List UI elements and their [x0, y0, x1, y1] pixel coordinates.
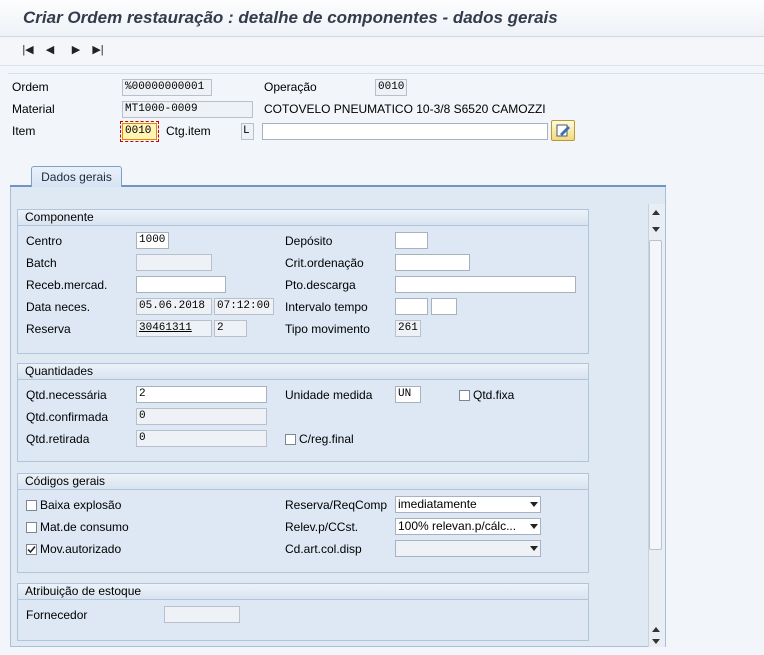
mov-autorizado-label: Mov.autorizado — [40, 542, 122, 556]
ordem-label: Ordem — [12, 80, 49, 94]
reserva-field[interactable]: 30461311 — [136, 320, 212, 337]
qtd-necessaria-field[interactable]: 2 — [136, 386, 267, 403]
ctg-item-field[interactable]: L — [241, 123, 254, 140]
intervalo-tempo-label: Intervalo tempo — [285, 300, 368, 314]
material-label: Material — [12, 102, 55, 116]
batch-field[interactable] — [136, 254, 212, 271]
ctg-item-label: Ctg.item — [166, 124, 211, 138]
deposito-field[interactable] — [395, 232, 428, 249]
baixa-explosao-checkbox[interactable] — [26, 500, 37, 511]
receb-mercad-field[interactable] — [136, 276, 226, 293]
window-title: Criar Ordem restauração : detalhe de com… — [23, 8, 558, 27]
scroll-down-page-icon[interactable] — [652, 227, 660, 232]
qtd-necessaria-label: Qtd.necessária — [26, 388, 107, 402]
item-text-field[interactable] — [262, 123, 548, 140]
qtd-confirmada-field[interactable]: 0 — [136, 408, 267, 425]
pto-descarga-field[interactable] — [395, 276, 576, 293]
fornecedor-field[interactable] — [164, 606, 240, 623]
mat-consumo-checkbox[interactable] — [26, 522, 37, 533]
tipo-movimento-field[interactable]: 261 — [395, 320, 421, 337]
header-divider — [8, 73, 764, 74]
batch-label: Batch — [26, 256, 57, 270]
centro-field[interactable]: 1000 — [136, 232, 169, 249]
qtd-fixa-label: Qtd.fixa — [473, 388, 515, 402]
qtd-retirada-field[interactable]: 0 — [136, 430, 267, 447]
reserva-reqcomp-dropdown[interactable]: imediatamente — [395, 496, 541, 513]
material-description: COTOVELO PNEUMATICO 10-3/8 S6520 CAMOZZI — [264, 102, 546, 116]
ordem-field[interactable]: %00000000001 — [122, 79, 212, 96]
crit-ordenacao-label: Crit.ordenação — [285, 256, 364, 270]
qtd-retirada-label: Qtd.retirada — [26, 432, 90, 446]
group-title: Quantidades — [18, 364, 588, 380]
pto-descarga-label: Pto.descarga — [285, 278, 356, 292]
c-reg-final-checkbox[interactable] — [285, 434, 296, 445]
qtd-confirmada-label: Qtd.confirmada — [26, 410, 109, 424]
scroll-up-page-icon[interactable] — [652, 627, 660, 632]
chevron-down-icon — [530, 546, 538, 551]
toolbar — [0, 37, 764, 66]
scrollbar-thumb[interactable] — [649, 240, 662, 550]
reserva-label: Reserva — [26, 322, 71, 336]
group-title: Componente — [18, 210, 588, 226]
centro-label: Centro — [26, 234, 63, 248]
first-page-icon[interactable]: |◀ — [18, 40, 38, 60]
long-text-button[interactable] — [551, 120, 575, 141]
group-title: Atribuição de estoque — [18, 584, 588, 600]
cd-art-col-disp-dropdown[interactable] — [395, 540, 541, 557]
receb-mercad-label: Receb.mercad. — [26, 278, 108, 292]
intervalo-field-1[interactable] — [395, 298, 428, 315]
checkmark-icon — [27, 546, 36, 554]
dropdown-value: imediatamente — [398, 497, 477, 511]
dropdown-value: 100% relevan.p/cálc... — [398, 519, 517, 533]
last-page-icon[interactable]: ▶| — [88, 40, 108, 60]
hora-neces-field[interactable]: 07:12:00 — [214, 298, 274, 315]
previous-page-icon[interactable]: ◀ — [40, 40, 60, 60]
item-label: Item — [12, 124, 36, 138]
mov-autorizado-checkbox[interactable] — [26, 544, 37, 555]
relev-ccst-dropdown[interactable]: 100% relevan.p/cálc... — [395, 518, 541, 535]
cd-art-col-disp-label: Cd.art.col.disp — [285, 542, 362, 556]
unidade-medida-field[interactable]: UN — [395, 386, 421, 403]
item-field[interactable]: 0010 — [120, 121, 159, 142]
reserva-reqcomp-label: Reserva/ReqComp — [285, 498, 388, 512]
material-field[interactable]: MT1000-0009 — [122, 101, 253, 118]
c-reg-final-label: C/reg.final — [299, 432, 354, 446]
baixa-explosao-label: Baixa explosão — [40, 498, 122, 512]
deposito-label: Depósito — [285, 234, 333, 248]
group-title: Códigos gerais — [18, 474, 588, 490]
data-neces-field[interactable]: 05.06.2018 — [136, 298, 212, 315]
fornecedor-label: Fornecedor — [26, 608, 88, 622]
operacao-field[interactable]: 0010 — [375, 79, 407, 96]
scroll-down-icon[interactable] — [652, 639, 660, 644]
chevron-down-icon — [530, 502, 538, 507]
reserva-item-field[interactable]: 2 — [214, 320, 247, 337]
scroll-up-icon[interactable] — [652, 210, 660, 215]
tipo-movimento-label: Tipo movimento — [285, 322, 370, 336]
group-atribuicao-estoque: Atribuição de estoque — [17, 583, 589, 641]
relev-ccst-label: Relev.p/CCst. — [285, 520, 359, 534]
intervalo-field-2[interactable] — [431, 298, 457, 315]
edit-icon — [556, 124, 570, 137]
mat-consumo-label: Mat.de consumo — [40, 520, 129, 534]
next-page-icon[interactable]: ▶ — [66, 40, 86, 60]
crit-ordenacao-field[interactable] — [395, 254, 470, 271]
chevron-down-icon — [530, 524, 538, 529]
operacao-label: Operação — [264, 80, 317, 94]
data-neces-label: Data neces. — [26, 300, 91, 314]
qtd-fixa-checkbox[interactable] — [459, 390, 470, 401]
tab-dados-gerais[interactable]: Dados gerais — [31, 166, 122, 187]
unidade-medida-label: Unidade medida — [285, 388, 373, 402]
